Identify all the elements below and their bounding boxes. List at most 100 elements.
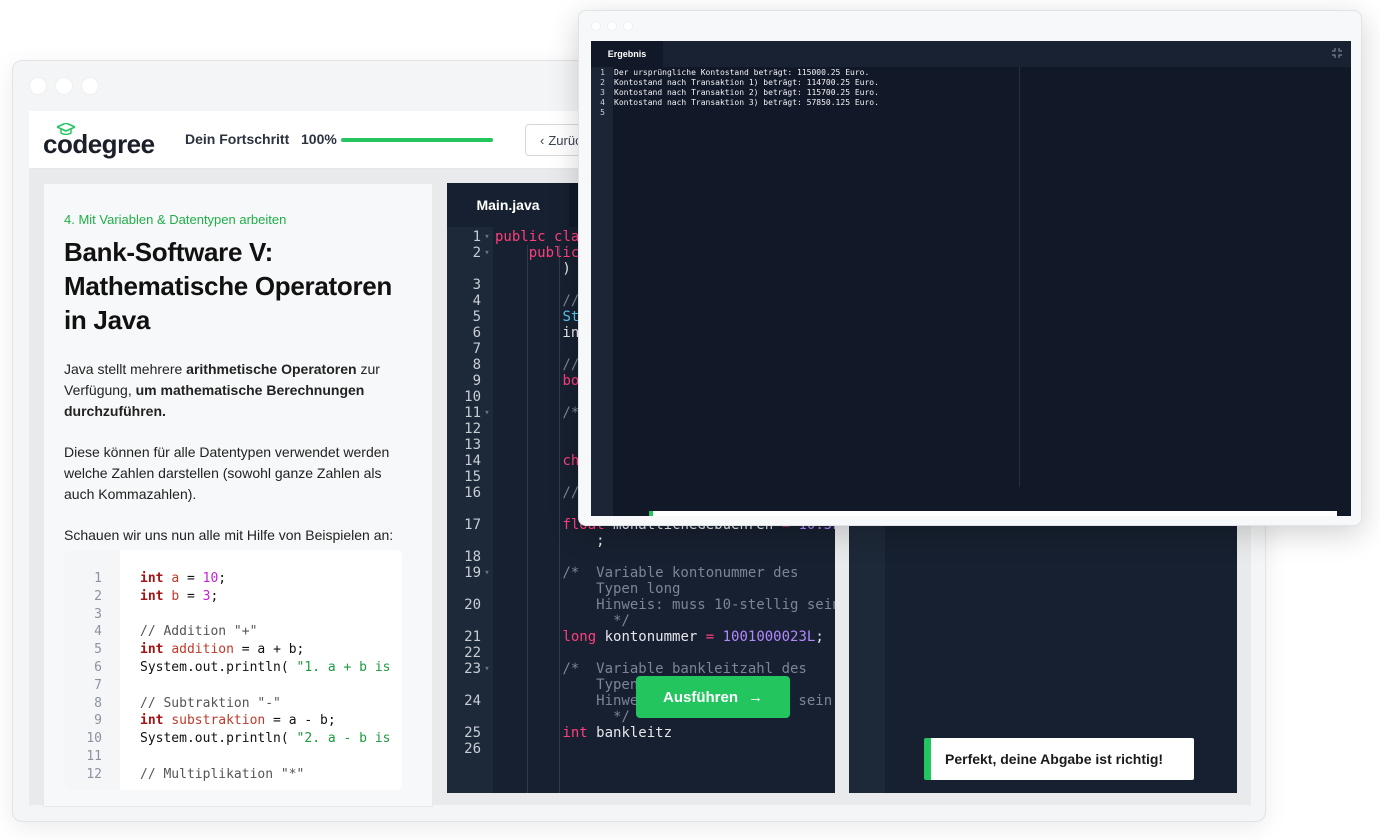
code-text[interactable]: Hinweis: muss 10-stellig sein: [493, 597, 835, 613]
code-text: // Multiplikation "*": [140, 766, 305, 782]
editor-line[interactable]: 20 Hinweis: muss 10-stellig sein: [447, 597, 835, 613]
code-text[interactable]: int bankleitz: [493, 725, 672, 741]
line-number: 19: [464, 565, 481, 581]
fold-arrow-icon[interactable]: ▾: [481, 565, 493, 581]
fold-arrow-icon[interactable]: ▾: [481, 405, 493, 421]
code-text[interactable]: [493, 437, 495, 453]
code-example-line: 4 // Addition "+": [64, 623, 390, 641]
line-number: 12: [464, 421, 481, 437]
window-dot[interactable]: [591, 21, 601, 31]
editor-line[interactable]: 19 ▾ /* Variable kontonummer des: [447, 565, 835, 581]
window-dot[interactable]: [55, 77, 73, 95]
fold-arrow-icon: [481, 597, 493, 613]
editor-line[interactable]: 23 ▾ /* Variable bankleitzahl des: [447, 661, 835, 677]
fold-arrow-icon: [481, 485, 493, 501]
editor-line[interactable]: Typen long: [447, 581, 835, 597]
editor-line[interactable]: 22: [447, 645, 835, 661]
fold-arrow-icon[interactable]: ▾: [481, 245, 493, 261]
code-text[interactable]: */: [493, 613, 630, 629]
editor-line[interactable]: 25 int bankleitz: [447, 725, 835, 741]
output-line: 5: [591, 108, 879, 118]
fold-arrow-icon: [481, 677, 493, 693]
code-example: 1 int a = 10; 2 int b = 3; 3 4 // Addition "+"…: [64, 550, 402, 790]
line-number: 20: [464, 597, 481, 613]
code-example-line: 10 System.out.println( "2. a - b is: [64, 730, 390, 748]
arrow-right-icon: →: [748, 688, 763, 706]
tab-main-java[interactable]: Main.java: [447, 183, 569, 227]
fold-arrow-icon: [481, 389, 493, 405]
line-number: 11: [464, 405, 481, 421]
line-number: 16: [464, 485, 481, 501]
code-text: int a = 10;: [140, 571, 227, 586]
code-text[interactable]: ) {: [493, 261, 587, 277]
line-number: 14: [464, 453, 481, 469]
code-example-line: 11: [64, 748, 390, 766]
window-dot[interactable]: [607, 21, 617, 31]
output-text: Der ursprüngliche Kontostand beträgt: 11…: [614, 68, 870, 77]
code-text[interactable]: ;: [493, 533, 604, 549]
window-dot[interactable]: [29, 77, 47, 95]
success-toast-popup: Perfekt, deine Abgabe ist richtig!: [649, 511, 1337, 516]
code-text[interactable]: Typen long: [493, 581, 680, 597]
fold-arrow-icon: [481, 357, 493, 373]
code-text[interactable]: //: [493, 357, 579, 373]
line-number: 2: [472, 245, 481, 261]
code-example-line: 12 // Multiplikation "*": [64, 766, 390, 784]
code-text[interactable]: [493, 741, 495, 757]
code-text[interactable]: */: [493, 709, 630, 725]
code-text[interactable]: //: [493, 293, 579, 309]
codegree-logo[interactable]: codegree: [43, 123, 155, 157]
output-line: 4 Kontostand nach Transaktion 3) beträgt:…: [591, 98, 879, 108]
editor-line[interactable]: */: [447, 613, 835, 629]
code-text: int b = 3;: [140, 588, 219, 604]
window-controls: [29, 77, 99, 95]
code-text: int substraktion = a - b;: [140, 713, 336, 729]
code-text: // Addition "+": [140, 624, 258, 640]
progress-bar-fill: [341, 138, 493, 142]
editor-line[interactable]: ;: [447, 533, 835, 549]
code-text[interactable]: [493, 341, 495, 357]
output-line: 1 Der ursprüngliche Kontostand beträgt: 1…: [591, 68, 879, 78]
fold-arrow-icon: [481, 453, 493, 469]
line-number: [447, 677, 481, 693]
code-text: System.out.println( "2. a - b is: [140, 731, 391, 747]
window-dot[interactable]: [81, 77, 99, 95]
line-number: 9: [94, 713, 102, 729]
code-text[interactable]: long kontonummer = 1001000023L;: [493, 629, 823, 645]
fold-arrow-icon: [481, 613, 493, 629]
tab-ergebnis[interactable]: Ergebnis: [591, 41, 663, 67]
code-text[interactable]: /* Variable kontonummer des: [493, 565, 798, 581]
fold-arrow-icon: [481, 421, 493, 437]
code-text[interactable]: [493, 549, 495, 565]
editor-line[interactable]: 21 long kontonummer = 1001000023L;: [447, 629, 835, 645]
code-text: int addition = a + b;: [140, 642, 305, 658]
collapse-icon[interactable]: [1331, 47, 1343, 59]
line-number: 5: [94, 642, 102, 658]
editor-line[interactable]: 26: [447, 741, 835, 757]
window-dot[interactable]: [623, 21, 633, 31]
line-number: 8: [94, 695, 102, 711]
code-text[interactable]: /* Variable bankleitzahl des: [493, 661, 806, 677]
code-text[interactable]: [493, 389, 495, 405]
line-number: 13: [464, 437, 481, 453]
line-number: 3: [94, 606, 102, 622]
line-number: 1: [600, 68, 605, 77]
editor-line[interactable]: 18: [447, 549, 835, 565]
fold-arrow-icon[interactable]: ▾: [481, 661, 493, 677]
success-toast: Perfekt, deine Abgabe ist richtig!: [924, 738, 1194, 780]
code-text[interactable]: [493, 277, 495, 293]
fold-arrow-icon: [481, 501, 493, 517]
chapter-label[interactable]: 4. Mit Variablen & Datentypen arbeiten: [64, 212, 406, 227]
run-button[interactable]: Ausführen →: [636, 676, 790, 718]
code-text[interactable]: [493, 645, 495, 661]
code-text[interactable]: [493, 469, 495, 485]
fold-arrow-icon: [481, 293, 493, 309]
fold-arrow-icon: [481, 549, 493, 565]
code-text[interactable]: /*: [493, 405, 579, 421]
code-text[interactable]: [493, 421, 495, 437]
fold-arrow-icon[interactable]: ▾: [481, 229, 493, 245]
output-text: Kontostand nach Transaktion 1) beträgt: …: [614, 78, 879, 87]
